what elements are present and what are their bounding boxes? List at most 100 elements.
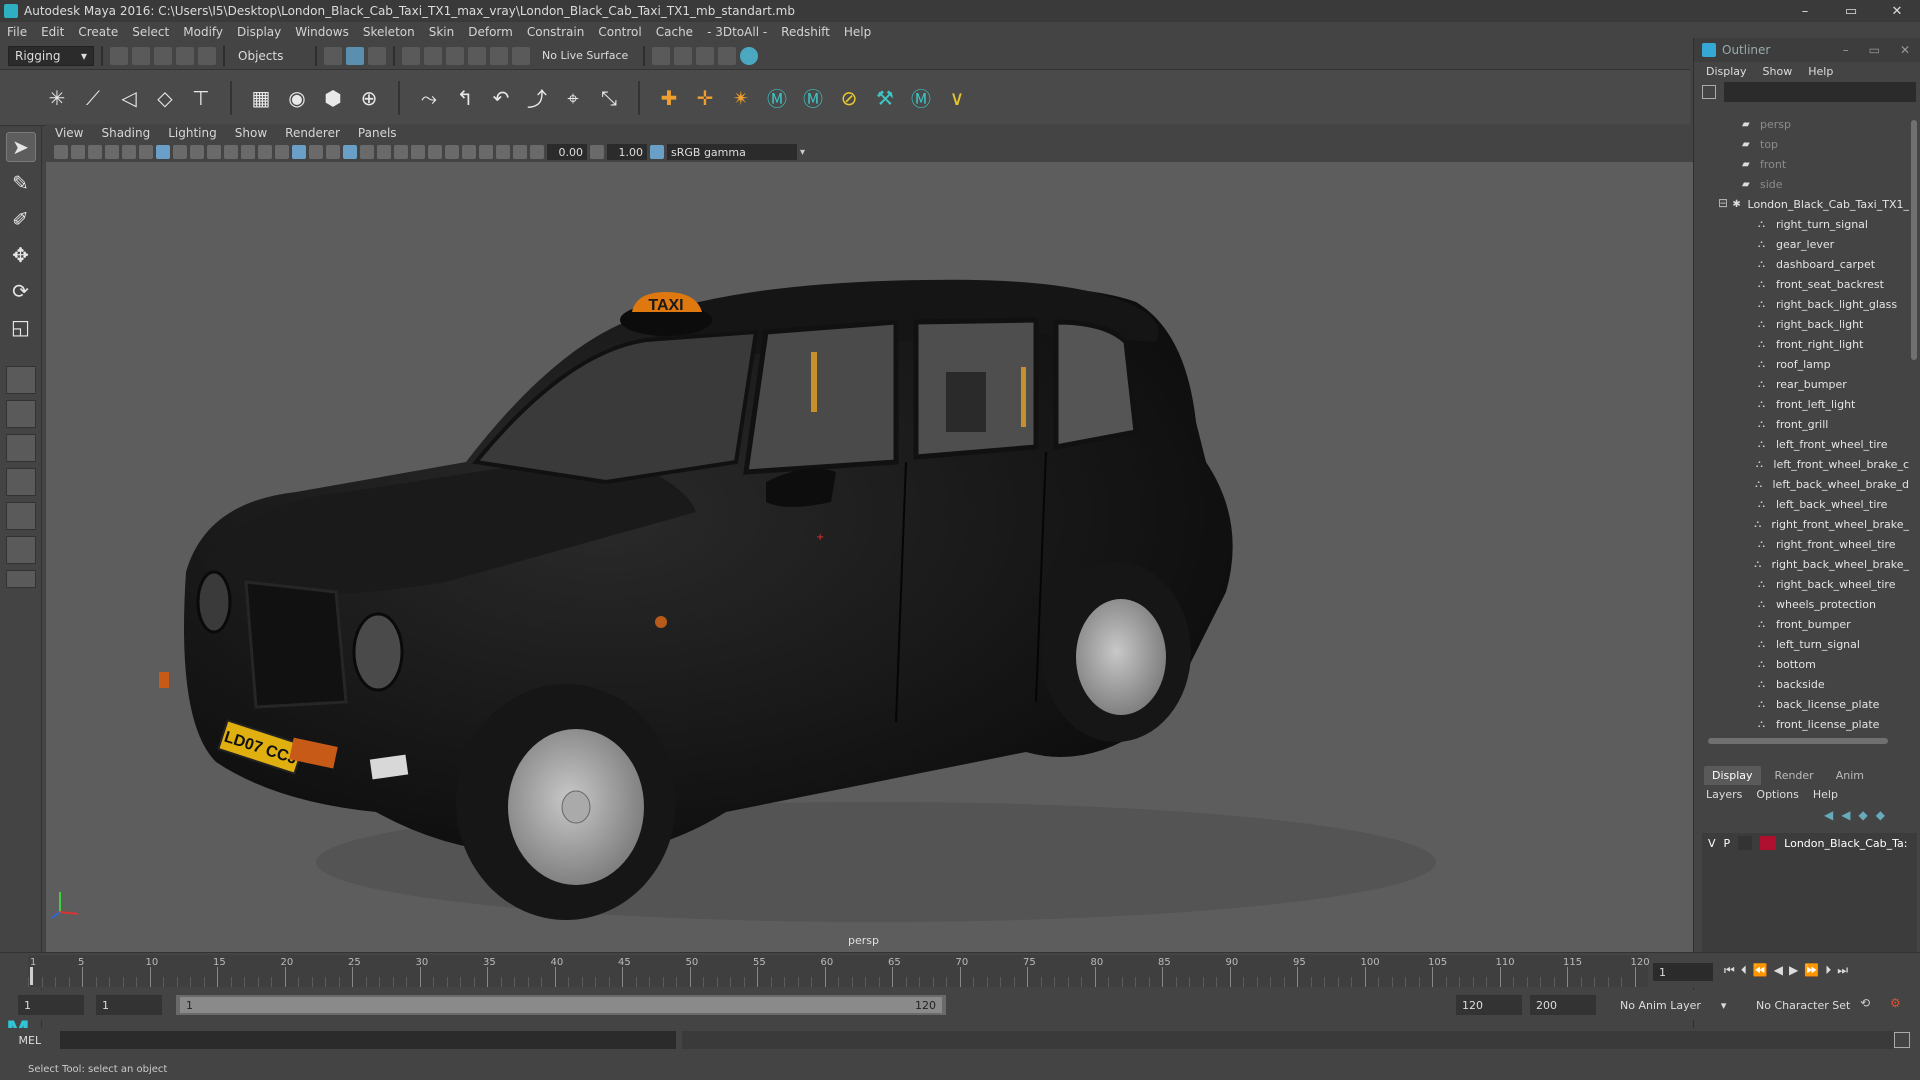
layer-color-swatch[interactable] xyxy=(1760,836,1777,850)
perspective-viewport[interactable]: LD07 CCJ TAXI + persp xyxy=(46,162,1693,952)
time-ruler[interactable]: 1 5 10 15 20 25 30 35 40 45 50 55 60 65 70 75 80 85 90 95 1… xyxy=(28,955,1650,987)
outliner-item[interactable]: ⛬ gear_lever xyxy=(1694,234,1909,254)
step-back-frame-icon[interactable]: ⏴ xyxy=(1741,963,1747,978)
collapse-icon[interactable]: ⊟ xyxy=(1718,196,1728,210)
textured-icon[interactable] xyxy=(343,145,357,159)
step-forward-frame-icon[interactable]: ⏵ xyxy=(1825,963,1831,978)
maximize-icon[interactable]: ▭ xyxy=(1869,43,1880,57)
safe-title-icon[interactable] xyxy=(258,145,272,159)
aim-constraint-icon[interactable]: ✛ xyxy=(692,85,718,111)
outliner-item[interactable]: ⛬ left_turn_signal xyxy=(1694,634,1909,654)
blend-shape-icon[interactable]: ⊕ xyxy=(356,85,382,111)
xray-joints-icon[interactable] xyxy=(496,145,510,159)
ik-spline-icon[interactable]: ◇ xyxy=(152,85,178,111)
outliner-menu-display[interactable]: Display xyxy=(1706,65,1747,78)
outliner-item[interactable]: ⛬ right_back_light_glass xyxy=(1694,294,1909,314)
new-empty-layer-icon[interactable]: ◆ xyxy=(1858,808,1867,822)
xray-components-icon[interactable] xyxy=(513,145,527,159)
smooth-shade-icon[interactable] xyxy=(292,145,306,159)
shaded-wireframe-icon[interactable] xyxy=(326,145,340,159)
step-back-key-icon[interactable]: ⏪ xyxy=(1753,963,1768,978)
outliner-item[interactable]: ▰ persp xyxy=(1694,114,1909,134)
mirror-weights-icon[interactable]: ⤴ xyxy=(524,85,550,111)
persp-uv-layout-icon[interactable] xyxy=(5,536,36,564)
undo-icon[interactable] xyxy=(176,46,194,65)
exposure-field[interactable]: 0.00 xyxy=(547,144,587,160)
panel-menu-renderer[interactable]: Renderer xyxy=(276,126,349,140)
hik-character-icon[interactable]: Ⓜ xyxy=(800,85,826,111)
point-constraint-icon[interactable]: ✚ xyxy=(656,85,682,111)
outliner-item[interactable]: ⛬ back_license_plate xyxy=(1694,694,1909,714)
field-chart-icon[interactable] xyxy=(224,145,238,159)
snap-grid-icon[interactable] xyxy=(402,46,420,65)
select-camera-icon[interactable] xyxy=(54,145,68,159)
persp-outliner-layout-icon[interactable] xyxy=(5,434,36,462)
pole-vector-icon[interactable]: ⊘ xyxy=(836,85,862,111)
outliner-item[interactable]: ⛬ bottom xyxy=(1694,654,1909,674)
wireframe-icon[interactable] xyxy=(275,145,289,159)
menu-control[interactable]: Control xyxy=(591,25,648,39)
gamma-field[interactable]: 1.00 xyxy=(607,144,647,160)
chevron-down-icon[interactable]: ▾ xyxy=(800,147,805,158)
select-by-hierarchy-icon[interactable] xyxy=(324,46,342,65)
exposure-icon[interactable] xyxy=(530,145,544,159)
close-icon[interactable]: ✕ xyxy=(1900,43,1910,57)
outliner-horizontal-scrollbar[interactable] xyxy=(1708,738,1888,744)
layer-display-type-toggle[interactable] xyxy=(1738,836,1753,850)
grease-pencil-icon[interactable] xyxy=(139,145,153,159)
playback-end-field[interactable]: 120 xyxy=(1456,995,1522,1015)
orient-constraint-icon[interactable]: ✴ xyxy=(728,85,754,111)
outliner-item[interactable]: ⛬ front_grill xyxy=(1694,414,1909,434)
pose-editor-icon[interactable]: ∨ xyxy=(944,85,970,111)
render-settings-icon[interactable] xyxy=(652,46,671,65)
shadows-icon[interactable] xyxy=(377,145,391,159)
render-frame-icon[interactable] xyxy=(696,46,715,65)
range-slider[interactable]: 1 120 xyxy=(176,995,946,1015)
isolate-select-icon[interactable] xyxy=(462,145,476,159)
outliner-item[interactable]: ⛬ right_back_light xyxy=(1694,314,1909,334)
view-transform-dropdown[interactable]: sRGB gamma xyxy=(667,144,797,160)
menu-constrain[interactable]: Constrain xyxy=(520,25,592,39)
menu-display[interactable]: Display xyxy=(230,25,288,39)
menu-3dtoall[interactable]: - 3DtoAll - xyxy=(700,25,774,39)
new-layer-selected-icon[interactable]: ◆ xyxy=(1876,808,1885,822)
snap-curve-icon[interactable] xyxy=(424,46,442,65)
layer-playback-toggle[interactable]: P xyxy=(1724,837,1731,850)
outliner-item[interactable]: ⛬ front_seat_backrest xyxy=(1694,274,1909,294)
outliner-menu-show[interactable]: Show xyxy=(1763,65,1793,78)
gate-mask-icon[interactable] xyxy=(207,145,221,159)
resolution-gate-icon[interactable] xyxy=(190,145,204,159)
script-editor-icon[interactable] xyxy=(1894,1032,1910,1048)
scale-tool-icon[interactable]: ◱ xyxy=(6,312,36,342)
four-view-layout-icon[interactable] xyxy=(5,400,36,428)
layer-menu-help[interactable]: Help xyxy=(1813,788,1838,806)
current-frame-field[interactable]: 1 xyxy=(1653,963,1713,981)
outliner-item[interactable]: ⛬ front_right_light xyxy=(1694,334,1909,354)
camera-attributes-icon[interactable] xyxy=(71,145,85,159)
step-forward-key-icon[interactable]: ⏩ xyxy=(1804,963,1819,978)
outliner-search-input[interactable] xyxy=(1724,82,1916,102)
gamma-icon[interactable] xyxy=(590,145,604,159)
bind-skin-icon[interactable]: ⤳ xyxy=(416,85,442,111)
parent-constraint-icon[interactable]: ⚒ xyxy=(872,85,898,111)
menu-help[interactable]: Help xyxy=(837,25,878,39)
hik-icon[interactable]: Ⓜ xyxy=(764,85,790,111)
default-material-icon[interactable] xyxy=(309,145,323,159)
quick-rig-icon[interactable]: Ⓜ xyxy=(908,85,934,111)
menu-set-dropdown[interactable]: Rigging ▾ xyxy=(8,45,94,66)
animation-start-field[interactable]: 1 xyxy=(18,995,84,1015)
xray-icon[interactable] xyxy=(479,145,493,159)
paint-weights-icon[interactable]: ↶ xyxy=(488,85,514,111)
outliner-item[interactable]: ⛬ backside xyxy=(1694,674,1909,694)
outliner-item[interactable]: ▰ side xyxy=(1694,174,1909,194)
outliner-item[interactable]: ⛬ roof_lamp xyxy=(1694,354,1909,374)
anti-aliasing-icon[interactable] xyxy=(428,145,442,159)
play-forwards-icon[interactable]: ▶ xyxy=(1789,963,1798,978)
layer-menu-layers[interactable]: Layers xyxy=(1706,788,1742,806)
safe-action-icon[interactable] xyxy=(241,145,255,159)
lasso-tool-icon[interactable]: ✎ xyxy=(6,168,36,198)
outliner-item[interactable]: ⛬ right_front_wheel_brake_ xyxy=(1694,514,1909,534)
cluster-icon[interactable]: ◉ xyxy=(284,85,310,111)
joint-tool-icon[interactable]: ✳ xyxy=(44,85,70,111)
character-set-dropdown[interactable]: No Character Set xyxy=(1756,995,1850,1015)
